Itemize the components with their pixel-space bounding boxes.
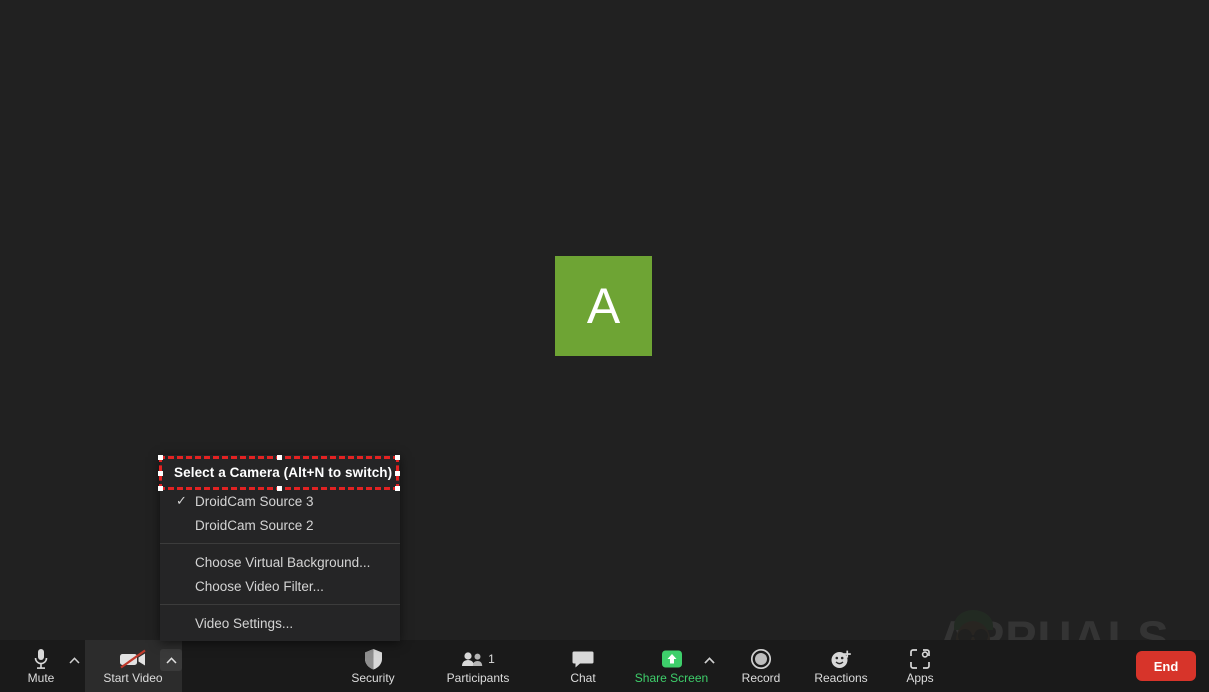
participants-count: 1 [488,652,495,666]
apps-icon [909,647,931,671]
apps-button-label: Apps [906,671,934,685]
menu-item-camera-droidcam-source-2[interactable]: DroidCam Source 2 [160,513,400,537]
share-screen-button-label: Share Screen [634,671,709,685]
reactions-button[interactable]: Reactions [808,640,874,692]
end-meeting-button-label: End [1153,658,1179,674]
chat-icon [572,647,594,671]
security-button-label: Security [351,671,395,685]
record-button[interactable]: Record [731,640,791,692]
menu-item-label: Choose Video Filter... [195,578,324,594]
meeting-toolbar: Mute Start Video Security 1 Participants… [0,640,1209,692]
menu-item-label: DroidCam Source 3 [195,493,314,509]
menu-separator [160,543,400,544]
shield-icon [364,647,383,671]
apps-button[interactable]: Apps [898,640,942,692]
participant-avatar-tile[interactable]: A [555,256,652,356]
microphone-icon [33,647,49,671]
chat-button-label: Chat [570,671,596,685]
security-button[interactable]: Security [345,640,401,692]
video-off-icon [118,647,148,671]
reactions-icon [829,647,853,671]
menu-item-choose-virtual-background[interactable]: Choose Virtual Background... [160,550,400,574]
participants-button-label: Participants [446,671,510,685]
record-button-label: Record [741,671,781,685]
checkmark-icon-empty [176,519,188,531]
reactions-button-label: Reactions [814,671,868,685]
chat-button[interactable]: Chat [560,640,606,692]
menu-item-label: Choose Virtual Background... [195,554,371,570]
menu-separator [160,604,400,605]
video-options-caret[interactable] [160,649,182,671]
menu-item-choose-video-filter[interactable]: Choose Video Filter... [160,574,400,598]
menu-item-camera-droidcam-source-3[interactable]: ✓ DroidCam Source 3 [160,489,400,513]
menu-item-label: Video Settings... [195,615,294,631]
checkmark-icon: ✓ [176,493,187,508]
share-screen-icon [660,647,684,671]
select-camera-context-menu[interactable]: Select a Camera (Alt+N to switch) ✓ Droi… [160,455,400,641]
end-meeting-button[interactable]: End [1136,651,1196,681]
avatar-initial: A [586,278,621,334]
share-screen-options-caret[interactable] [701,652,717,668]
record-icon [750,647,772,671]
start-video-button-label: Start Video [103,671,163,685]
participants-icon: 1 [461,647,495,671]
mute-button-label: Mute [27,671,55,685]
camera-menu-header: Select a Camera (Alt+N to switch) [174,464,393,480]
menu-item-video-settings[interactable]: Video Settings... [160,611,400,635]
menu-item-label: DroidCam Source 2 [195,517,314,533]
mute-button[interactable]: Mute [14,640,68,692]
mute-options-caret[interactable] [66,652,82,668]
participants-button[interactable]: 1 Participants [444,640,512,692]
zoom-meeting-window: A APPUALS wsxdn.com Select a Camera (Alt… [0,0,1209,692]
